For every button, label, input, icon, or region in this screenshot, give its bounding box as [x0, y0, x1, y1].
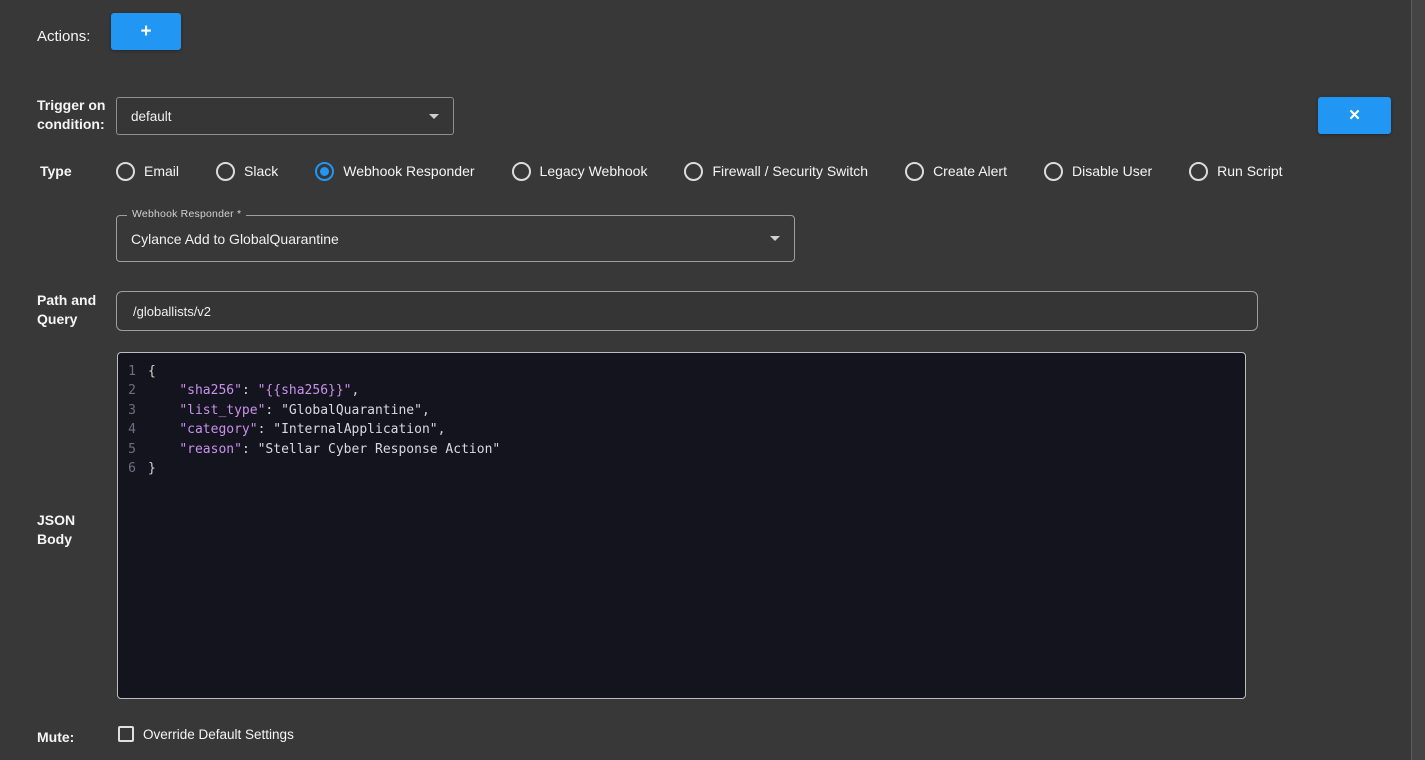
chevron-down-icon: [429, 114, 439, 119]
actions-label: Actions:: [37, 27, 90, 46]
webhook-responder-value: Cylance Add to GlobalQuarantine: [131, 231, 762, 247]
type-radio-firewall-security-switch[interactable]: Firewall / Security Switch: [684, 162, 868, 181]
type-radio-create-alert[interactable]: Create Alert: [905, 162, 1007, 181]
type-radio-webhook-responder[interactable]: Webhook Responder: [315, 162, 474, 181]
type-radio-legacy-webhook[interactable]: Legacy Webhook: [512, 162, 648, 181]
radio-icon: [1189, 162, 1208, 181]
json-body-editor[interactable]: 1{2 "sha256": "{{sha256}}",3 "list_type"…: [117, 352, 1246, 699]
path-and-query-input[interactable]: [116, 291, 1258, 331]
code-line: 6}: [118, 459, 1245, 478]
chevron-down-icon: [770, 236, 780, 241]
mute-label: Mute:: [37, 728, 74, 747]
line-number: 1: [118, 362, 148, 381]
radio-icon: [116, 162, 135, 181]
type-label: Type: [40, 162, 72, 181]
line-number: 5: [118, 440, 148, 459]
line-number: 6: [118, 459, 148, 478]
path-and-query-label: Path and Query: [37, 291, 103, 329]
webhook-responder-select[interactable]: Webhook Responder * Cylance Add to Globa…: [116, 215, 795, 262]
line-number: 4: [118, 420, 148, 439]
code-line-text: }: [148, 459, 156, 478]
code-line-text: "list_type": "GlobalQuarantine",: [148, 401, 430, 420]
radio-label: Disable User: [1072, 163, 1152, 179]
response-action-panel: Actions: + Trigger on condition: default…: [0, 0, 1425, 760]
code-line-text: {: [148, 362, 156, 381]
code-line-text: "sha256": "{{sha256}}",: [148, 381, 359, 400]
type-radio-disable-user[interactable]: Disable User: [1044, 162, 1152, 181]
override-default-settings-option[interactable]: Override Default Settings: [118, 726, 294, 742]
type-radio-run-script[interactable]: Run Script: [1189, 162, 1282, 181]
checkbox-icon[interactable]: [118, 726, 134, 742]
radio-icon: [315, 162, 334, 181]
radio-label: Run Script: [1217, 163, 1282, 179]
line-number: 2: [118, 381, 148, 400]
radio-label: Email: [144, 163, 179, 179]
webhook-responder-field-label: Webhook Responder *: [127, 208, 246, 220]
code-line: 1{: [118, 362, 1245, 381]
trigger-condition-select[interactable]: default: [116, 97, 454, 135]
remove-action-button[interactable]: ✕: [1318, 97, 1391, 134]
override-default-settings-label: Override Default Settings: [143, 727, 294, 742]
radio-label: Firewall / Security Switch: [712, 163, 868, 179]
scrollbar-track[interactable]: [1411, 0, 1425, 760]
radio-icon: [905, 162, 924, 181]
radio-label: Webhook Responder: [343, 163, 474, 179]
line-number: 3: [118, 401, 148, 420]
type-radio-group: Email Slack Webhook Responder Legacy Web…: [116, 158, 1283, 184]
radio-icon: [1044, 162, 1063, 181]
type-radio-email[interactable]: Email: [116, 162, 179, 181]
radio-label: Slack: [244, 163, 278, 179]
plus-icon: +: [140, 22, 151, 41]
code-line: 2 "sha256": "{{sha256}}",: [118, 381, 1245, 400]
radio-icon: [216, 162, 235, 181]
radio-icon: [684, 162, 703, 181]
code-lines: 1{2 "sha256": "{{sha256}}",3 "list_type"…: [118, 362, 1245, 478]
json-body-label: JSON Body: [37, 511, 87, 549]
radio-icon: [512, 162, 531, 181]
trigger-condition-value: default: [131, 109, 421, 124]
radio-label: Legacy Webhook: [540, 163, 648, 179]
add-action-button[interactable]: +: [111, 13, 181, 50]
code-line: 3 "list_type": "GlobalQuarantine",: [118, 401, 1245, 420]
close-icon: ✕: [1348, 108, 1361, 123]
code-line: 5 "reason": "Stellar Cyber Response Acti…: [118, 440, 1245, 459]
code-line-text: "category": "InternalApplication",: [148, 420, 445, 439]
code-line: 4 "category": "InternalApplication",: [118, 420, 1245, 439]
trigger-condition-label: Trigger on condition:: [37, 96, 113, 134]
code-line-text: "reason": "Stellar Cyber Response Action…: [148, 440, 500, 459]
type-radio-slack[interactable]: Slack: [216, 162, 278, 181]
radio-label: Create Alert: [933, 163, 1007, 179]
